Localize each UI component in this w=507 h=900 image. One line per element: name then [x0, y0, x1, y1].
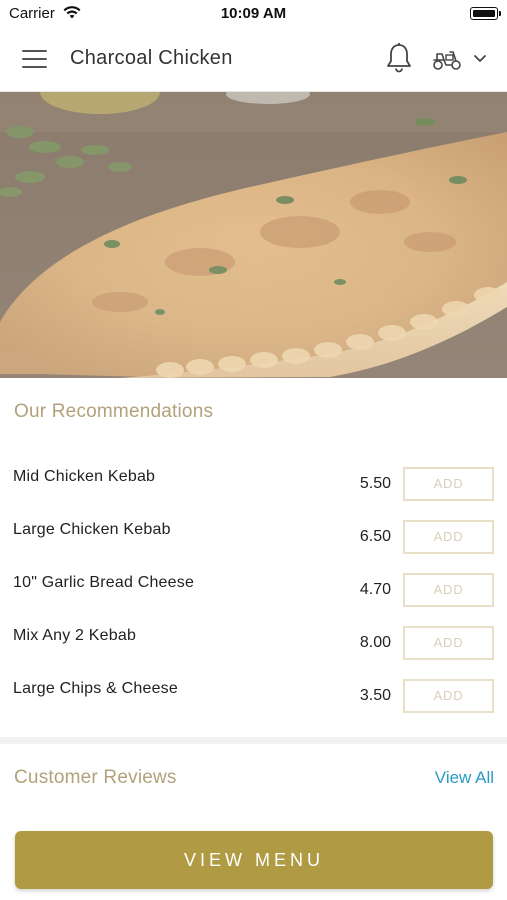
reviews-title: Customer Reviews: [14, 767, 177, 788]
add-button[interactable]: ADD: [403, 679, 494, 713]
add-button[interactable]: ADD: [403, 520, 494, 554]
list-item: Mid Chicken Kebab 5.50 ADD: [0, 455, 507, 508]
page-title: Charcoal Chicken: [70, 47, 233, 69]
add-button[interactable]: ADD: [403, 626, 494, 660]
add-button[interactable]: ADD: [403, 467, 494, 501]
item-name: Large Chicken Kebab: [13, 521, 171, 538]
scooter-icon[interactable]: [431, 46, 463, 72]
item-name: Large Chips & Cheese: [13, 680, 178, 697]
menu-icon[interactable]: [22, 50, 47, 70]
battery-icon: [470, 7, 501, 20]
item-price: 8.00: [359, 634, 391, 651]
hero-image: [0, 92, 507, 378]
add-button[interactable]: ADD: [403, 573, 494, 607]
item-name: 10" Garlic Bread Cheese: [13, 574, 195, 591]
item-price: 4.70: [359, 581, 391, 598]
list-item: Large Chips & Cheese 3.50 ADD: [0, 667, 507, 720]
status-bar: Carrier 10:09 AM: [0, 0, 507, 28]
item-price: 3.50: [359, 687, 391, 704]
section-divider: [0, 737, 507, 744]
status-time: 10:09 AM: [220, 5, 287, 22]
item-price: 6.50: [359, 528, 391, 545]
recommendations-title: Our Recommendations: [14, 401, 214, 422]
view-all-link[interactable]: View All: [435, 768, 494, 788]
list-item: Mix Any 2 Kebab 8.00 ADD: [0, 614, 507, 667]
chevron-down-icon[interactable]: [472, 52, 488, 66]
view-menu-button[interactable]: VIEW MENU: [15, 831, 493, 889]
item-price: 5.50: [359, 475, 391, 492]
item-name: Mid Chicken Kebab: [13, 468, 156, 485]
app-header: Charcoal Chicken: [0, 28, 507, 92]
list-item: 10" Garlic Bread Cheese 4.70 ADD: [0, 561, 507, 614]
item-name: Mix Any 2 Kebab: [13, 627, 137, 644]
list-item: Large Chicken Kebab 6.50 ADD: [0, 508, 507, 561]
bell-icon[interactable]: [385, 42, 413, 74]
recommendations-list: Mid Chicken Kebab 5.50 ADD Large Chicken…: [0, 455, 507, 720]
